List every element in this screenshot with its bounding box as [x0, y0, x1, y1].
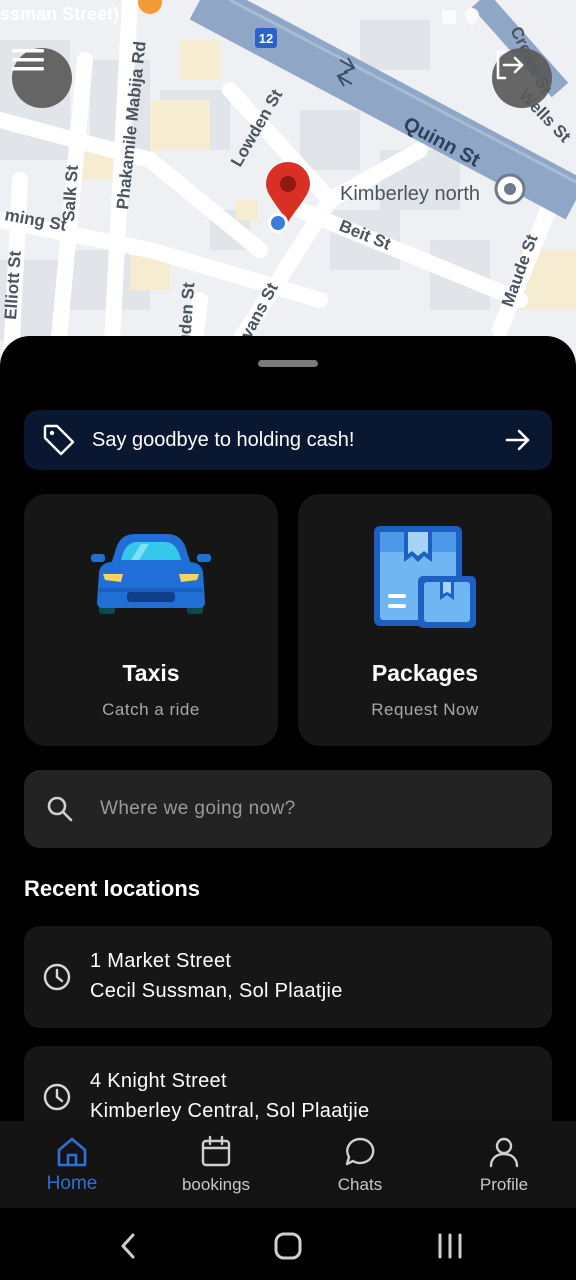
- service-title: Taxis: [122, 660, 180, 686]
- calendar-icon: [201, 1135, 231, 1167]
- menu-button[interactable]: [12, 48, 72, 108]
- location-address: 4 Knight Street: [90, 1070, 227, 1092]
- home-rounded-square-icon: [274, 1232, 302, 1260]
- system-back-button[interactable]: [108, 1226, 148, 1266]
- price-tag-icon: [43, 424, 75, 456]
- search-icon: [47, 796, 73, 822]
- drag-handle[interactable]: [258, 360, 318, 367]
- map-view[interactable]: 12 ming St Salk St Phakamile Mabija Rd L…: [0, 0, 576, 380]
- clock-icon: [43, 1083, 71, 1111]
- search-bar[interactable]: [24, 770, 552, 848]
- route-shield-label: 12: [259, 31, 273, 46]
- back-chevron-icon: [121, 1233, 135, 1259]
- taxis-card[interactable]: Taxis Catch a ride: [24, 494, 278, 746]
- nav-item-chats[interactable]: Chats: [288, 1121, 432, 1208]
- promo-banner[interactable]: Say goodbye to holding cash!: [24, 410, 552, 470]
- service-subtitle: Catch a ride: [102, 700, 200, 719]
- system-recents-button[interactable]: [430, 1226, 470, 1266]
- recent-location-item[interactable]: 1 Market Street Cecil Sussman, Sol Plaat…: [24, 926, 552, 1028]
- street-label: ssman Street): [0, 4, 119, 24]
- nav-item-bookings[interactable]: bookings: [144, 1121, 288, 1208]
- location-area: Cecil Sussman, Sol Plaatjie: [90, 980, 343, 1002]
- home-icon: [57, 1137, 87, 1167]
- nav-item-home[interactable]: Home: [0, 1121, 144, 1208]
- recents-icon: [438, 1233, 462, 1259]
- clock-icon: [43, 963, 71, 991]
- chat-bubble-icon: [345, 1137, 375, 1166]
- transit-poi-icon[interactable]: [494, 173, 526, 205]
- bottom-navigation: Home bookings Chats Profile: [0, 1121, 576, 1208]
- arrow-right-icon: [505, 429, 530, 451]
- person-icon: [489, 1137, 519, 1168]
- location-area: Kimberley Central, Sol Plaatjie: [90, 1100, 370, 1122]
- nav-item-profile[interactable]: Profile: [432, 1121, 576, 1208]
- system-home-button[interactable]: [268, 1226, 308, 1266]
- place-label: Kimberley north: [340, 183, 480, 205]
- current-location-dot: [268, 213, 288, 233]
- street-label: Salk St: [59, 164, 82, 222]
- logout-icon: [496, 50, 524, 80]
- car-icon: [91, 534, 211, 614]
- system-navigation-bar: [0, 1208, 576, 1280]
- nav-label: Chats: [337, 1175, 383, 1194]
- hamburger-icon: [12, 49, 44, 71]
- nav-label: Profile: [479, 1175, 529, 1194]
- logout-button[interactable]: [492, 48, 552, 108]
- package-boxes-icon: [374, 526, 476, 628]
- search-input[interactable]: [100, 798, 500, 820]
- recent-locations-heading: Recent locations: [24, 876, 201, 901]
- service-subtitle: Request Now: [371, 700, 479, 719]
- nav-label: Home: [46, 1173, 98, 1194]
- packages-card[interactable]: Packages Request Now: [298, 494, 552, 746]
- nav-label: bookings: [181, 1175, 251, 1194]
- service-title: Packages: [371, 660, 479, 686]
- location-address: 1 Market Street: [90, 950, 232, 972]
- promo-text: Say goodbye to holding cash!: [92, 428, 355, 451]
